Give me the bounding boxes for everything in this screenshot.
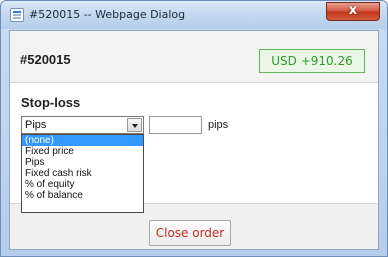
stop-loss-unit-label: pips: [208, 119, 229, 131]
order-header: #520015 USD +910.26: [10, 31, 378, 83]
stop-loss-type-value: Pips: [25, 119, 47, 131]
dropdown-option-percent-balance[interactable]: % of balance: [22, 190, 143, 201]
dialog-content: #520015 USD +910.26 Stop-loss Pips pips …: [9, 30, 379, 250]
stop-loss-type-dropdown[interactable]: (none) Fixed price Pips Fixed cash risk …: [21, 134, 144, 213]
pnl-badge: USD +910.26: [259, 49, 365, 73]
dropdown-option-fixed-price[interactable]: Fixed price: [22, 146, 143, 157]
window-title: #520015 -- Webpage Dialog: [29, 8, 186, 21]
title-bar[interactable]: #520015 -- Webpage Dialog x: [1, 1, 387, 29]
order-id: #520015: [20, 52, 71, 67]
dropdown-option-pips[interactable]: Pips: [22, 157, 143, 168]
close-icon: x: [348, 3, 358, 18]
stop-loss-type-select[interactable]: Pips: [21, 116, 144, 134]
page-icon: [10, 8, 24, 22]
dropdown-option-percent-equity[interactable]: % of equity: [22, 179, 143, 190]
chevron-down-icon[interactable]: [127, 118, 142, 132]
dropdown-option-fixed-cash-risk[interactable]: Fixed cash risk: [22, 168, 143, 179]
window-close-button[interactable]: x: [326, 2, 380, 21]
dropdown-option-none[interactable]: (none): [22, 135, 143, 146]
stop-loss-value-input[interactable]: [149, 116, 202, 134]
dialog-window: #520015 -- Webpage Dialog x #520015 USD …: [0, 0, 388, 257]
close-order-button[interactable]: Close order: [149, 220, 231, 246]
stop-loss-label: Stop-loss: [21, 95, 81, 110]
